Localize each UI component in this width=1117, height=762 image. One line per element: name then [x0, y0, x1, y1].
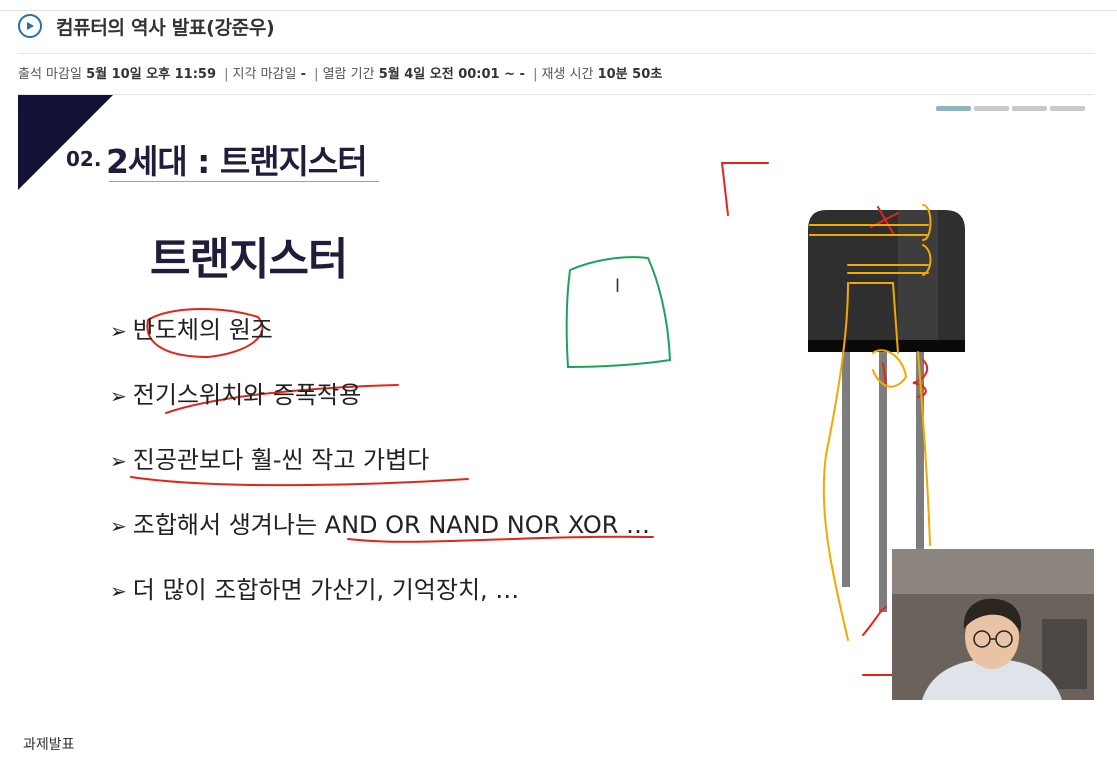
bullet-item: ➢ 진공관보다 훨-씬 작고 가볍다	[110, 446, 430, 474]
footer-label: 과제발표	[23, 737, 75, 753]
late-label: 지각 마감일	[232, 67, 297, 82]
slide-progress-segment	[1050, 106, 1085, 111]
bullet-item: ➢ 반도체의 원조	[110, 316, 273, 344]
divider	[18, 53, 1094, 54]
slide-heading: 트랜지스터	[150, 234, 348, 285]
play-time-label: 재생 시간	[541, 67, 594, 82]
presenter-webcam	[892, 549, 1094, 700]
transistor-leg-left	[842, 352, 850, 587]
lecture-header: 컴퓨터의 역사 발표(강준우)	[18, 11, 275, 41]
slide-progress-segment	[1012, 106, 1047, 111]
play-circle-icon[interactable]	[18, 14, 42, 38]
section-title: 2세대 : 트랜지스터	[106, 142, 368, 181]
bullet-item: ➢ 조합해서 생겨나는 AND OR NAND NOR XOR …	[110, 511, 651, 539]
slide-progress	[936, 106, 1085, 111]
annotation-cursor-mark: l	[615, 276, 620, 297]
presenter-avatar-icon	[892, 549, 1094, 700]
attendance-label: 출석 마감일	[18, 67, 82, 82]
slide-progress-segment	[936, 106, 971, 111]
video-player[interactable]: l 02. 2세대 : 트랜지스터 트랜지스터 ➢ 반도체의 원조 ➢ 전기스위치와…	[18, 95, 1094, 700]
attendance-value: 5월 10일 오후 11:59	[86, 67, 217, 82]
transistor-body-icon	[808, 210, 965, 340]
corner-triangle	[18, 95, 113, 190]
slide-progress-segment	[974, 106, 1009, 111]
lecture-meta: 출석 마감일 5월 10일 오후 11:59 | 지각 마감일 - | 열람 기간 …	[18, 67, 663, 82]
lecture-title: 컴퓨터의 역사 발표(강준우)	[56, 16, 275, 39]
play-time-value: 10분 50초	[597, 67, 663, 82]
view-period-value: 5월 4일 오전 00:01 ~ -	[378, 67, 525, 82]
bullet-item: ➢ 더 많이 조합하면 가산기, 기억장치, …	[110, 576, 520, 604]
transistor-leg-middle	[879, 352, 887, 612]
late-value: -	[300, 67, 307, 82]
section-number: 02.	[66, 147, 102, 171]
section-underline	[109, 181, 379, 182]
bullet-item: ➢ 전기스위치와 증폭작용	[110, 381, 362, 409]
view-period-label: 열람 기간	[322, 67, 375, 82]
